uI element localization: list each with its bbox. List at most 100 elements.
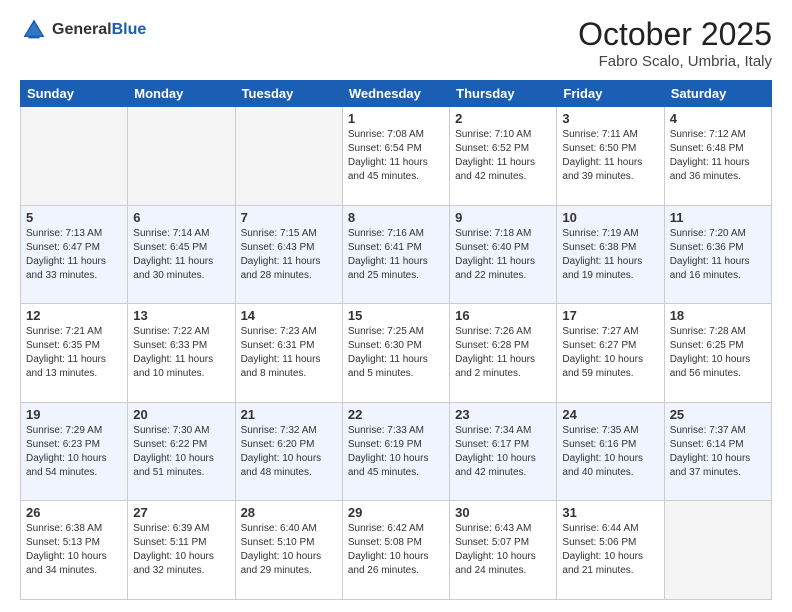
calendar-cell: 27 Sunrise: 6:39 AM Sunset: 5:11 PM Dayli… <box>128 501 235 600</box>
day-number: 24 <box>562 407 658 422</box>
day-info: Sunrise: 7:14 AM Sunset: 6:45 PM Dayligh… <box>133 227 229 283</box>
day-number: 14 <box>241 308 337 323</box>
day-info: Sunrise: 7:26 AM Sunset: 6:28 PM Dayligh… <box>455 325 551 381</box>
day-number: 17 <box>562 308 658 323</box>
logo-general: General <box>52 21 112 38</box>
day-number: 15 <box>348 308 444 323</box>
day-info: Sunrise: 7:30 AM Sunset: 6:22 PM Dayligh… <box>133 424 229 480</box>
calendar-cell: 6 Sunrise: 7:14 AM Sunset: 6:45 PM Daylig… <box>128 205 235 304</box>
calendar-table: SundayMondayTuesdayWednesdayThursdayFrid… <box>20 80 772 600</box>
calendar-cell <box>128 107 235 206</box>
day-info: Sunrise: 7:21 AM Sunset: 6:35 PM Dayligh… <box>26 325 122 381</box>
calendar-cell <box>21 107 128 206</box>
logo-text: GeneralBlue <box>52 21 146 39</box>
month-title: October 2025 <box>578 16 772 53</box>
day-info: Sunrise: 7:12 AM Sunset: 6:48 PM Dayligh… <box>670 128 766 184</box>
weekday-header-monday: Monday <box>128 81 235 107</box>
day-number: 1 <box>348 111 444 126</box>
calendar-cell: 23 Sunrise: 7:34 AM Sunset: 6:17 PM Dayli… <box>450 402 557 501</box>
week-row-4: 19 Sunrise: 7:29 AM Sunset: 6:23 PM Dayli… <box>21 402 772 501</box>
day-number: 6 <box>133 210 229 225</box>
day-number: 16 <box>455 308 551 323</box>
calendar-cell: 3 Sunrise: 7:11 AM Sunset: 6:50 PM Daylig… <box>557 107 664 206</box>
day-number: 25 <box>670 407 766 422</box>
calendar-cell: 10Sunrise: 7:19 AM Sunset: 6:38 PM Dayli… <box>557 205 664 304</box>
day-info: Sunrise: 7:22 AM Sunset: 6:33 PM Dayligh… <box>133 325 229 381</box>
calendar-cell: 16 Sunrise: 7:26 AM Sunset: 6:28 PM Dayli… <box>450 304 557 403</box>
day-info: Sunrise: 7:33 AM Sunset: 6:19 PM Dayligh… <box>348 424 444 480</box>
calendar-cell: 7Sunrise: 7:15 AM Sunset: 6:43 PM Daylig… <box>235 205 342 304</box>
calendar-cell: 1Sunrise: 7:08 AM Sunset: 6:54 PM Daylig… <box>342 107 449 206</box>
calendar-cell: 9 Sunrise: 7:18 AM Sunset: 6:40 PM Daylig… <box>450 205 557 304</box>
day-number: 13 <box>133 308 229 323</box>
header: GeneralBlue October 2025 Fabro Scalo, Um… <box>20 16 772 70</box>
weekday-header-thursday: Thursday <box>450 81 557 107</box>
day-number: 30 <box>455 505 551 520</box>
calendar-cell <box>664 501 771 600</box>
day-number: 23 <box>455 407 551 422</box>
day-number: 5 <box>26 210 122 225</box>
day-info: Sunrise: 7:11 AM Sunset: 6:50 PM Dayligh… <box>562 128 658 184</box>
day-number: 8 <box>348 210 444 225</box>
calendar-cell: 11Sunrise: 7:20 AM Sunset: 6:36 PM Dayli… <box>664 205 771 304</box>
calendar-cell: 31 Sunrise: 6:44 AM Sunset: 5:06 PM Dayli… <box>557 501 664 600</box>
title-block: October 2025 Fabro Scalo, Umbria, Italy <box>578 16 772 70</box>
logo-blue: Blue <box>112 21 147 38</box>
day-info: Sunrise: 7:34 AM Sunset: 6:17 PM Dayligh… <box>455 424 551 480</box>
calendar-cell: 26Sunrise: 6:38 AM Sunset: 5:13 PM Dayli… <box>21 501 128 600</box>
calendar-cell: 21 Sunrise: 7:32 AM Sunset: 6:20 PM Dayli… <box>235 402 342 501</box>
calendar-cell: 17Sunrise: 7:27 AM Sunset: 6:27 PM Dayli… <box>557 304 664 403</box>
day-number: 3 <box>562 111 658 126</box>
day-info: Sunrise: 7:10 AM Sunset: 6:52 PM Dayligh… <box>455 128 551 184</box>
week-row-5: 26Sunrise: 6:38 AM Sunset: 5:13 PM Dayli… <box>21 501 772 600</box>
calendar-cell: 24 Sunrise: 7:35 AM Sunset: 6:16 PM Dayli… <box>557 402 664 501</box>
day-info: Sunrise: 6:38 AM Sunset: 5:13 PM Dayligh… <box>26 522 122 578</box>
calendar-cell: 22 Sunrise: 7:33 AM Sunset: 6:19 PM Dayli… <box>342 402 449 501</box>
day-info: Sunrise: 7:25 AM Sunset: 6:30 PM Dayligh… <box>348 325 444 381</box>
calendar-cell: 4Sunrise: 7:12 AM Sunset: 6:48 PM Daylig… <box>664 107 771 206</box>
day-info: Sunrise: 7:23 AM Sunset: 6:31 PM Dayligh… <box>241 325 337 381</box>
calendar-cell: 19 Sunrise: 7:29 AM Sunset: 6:23 PM Dayli… <box>21 402 128 501</box>
day-number: 2 <box>455 111 551 126</box>
calendar-cell: 15 Sunrise: 7:25 AM Sunset: 6:30 PM Dayli… <box>342 304 449 403</box>
day-info: Sunrise: 7:32 AM Sunset: 6:20 PM Dayligh… <box>241 424 337 480</box>
day-number: 22 <box>348 407 444 422</box>
day-number: 27 <box>133 505 229 520</box>
weekday-header-tuesday: Tuesday <box>235 81 342 107</box>
day-number: 31 <box>562 505 658 520</box>
calendar-cell: 14 Sunrise: 7:23 AM Sunset: 6:31 PM Dayli… <box>235 304 342 403</box>
day-info: Sunrise: 6:39 AM Sunset: 5:11 PM Dayligh… <box>133 522 229 578</box>
day-number: 7 <box>241 210 337 225</box>
calendar-cell: 18Sunrise: 7:28 AM Sunset: 6:25 PM Dayli… <box>664 304 771 403</box>
calendar-cell: 28Sunrise: 6:40 AM Sunset: 5:10 PM Dayli… <box>235 501 342 600</box>
calendar-cell: 2 Sunrise: 7:10 AM Sunset: 6:52 PM Daylig… <box>450 107 557 206</box>
weekday-header-wednesday: Wednesday <box>342 81 449 107</box>
day-number: 20 <box>133 407 229 422</box>
week-row-3: 12 Sunrise: 7:21 AM Sunset: 6:35 PM Dayli… <box>21 304 772 403</box>
location: Fabro Scalo, Umbria, Italy <box>578 53 772 70</box>
day-number: 9 <box>455 210 551 225</box>
day-number: 28 <box>241 505 337 520</box>
day-number: 21 <box>241 407 337 422</box>
day-info: Sunrise: 7:28 AM Sunset: 6:25 PM Dayligh… <box>670 325 766 381</box>
weekday-header-row: SundayMondayTuesdayWednesdayThursdayFrid… <box>21 81 772 107</box>
logo-icon <box>20 16 48 44</box>
day-info: Sunrise: 7:29 AM Sunset: 6:23 PM Dayligh… <box>26 424 122 480</box>
day-number: 10 <box>562 210 658 225</box>
weekday-header-saturday: Saturday <box>664 81 771 107</box>
calendar-cell: 29Sunrise: 6:42 AM Sunset: 5:08 PM Dayli… <box>342 501 449 600</box>
day-info: Sunrise: 6:44 AM Sunset: 5:06 PM Dayligh… <box>562 522 658 578</box>
calendar-cell: 30 Sunrise: 6:43 AM Sunset: 5:07 PM Dayli… <box>450 501 557 600</box>
calendar-cell: 5Sunrise: 7:13 AM Sunset: 6:47 PM Daylig… <box>21 205 128 304</box>
day-info: Sunrise: 7:18 AM Sunset: 6:40 PM Dayligh… <box>455 227 551 283</box>
calendar-cell <box>235 107 342 206</box>
week-row-1: 1Sunrise: 7:08 AM Sunset: 6:54 PM Daylig… <box>21 107 772 206</box>
day-info: Sunrise: 6:43 AM Sunset: 5:07 PM Dayligh… <box>455 522 551 578</box>
day-info: Sunrise: 7:16 AM Sunset: 6:41 PM Dayligh… <box>348 227 444 283</box>
day-info: Sunrise: 7:35 AM Sunset: 6:16 PM Dayligh… <box>562 424 658 480</box>
day-number: 12 <box>26 308 122 323</box>
day-info: Sunrise: 7:20 AM Sunset: 6:36 PM Dayligh… <box>670 227 766 283</box>
day-number: 19 <box>26 407 122 422</box>
calendar-cell: 12 Sunrise: 7:21 AM Sunset: 6:35 PM Dayli… <box>21 304 128 403</box>
day-info: Sunrise: 7:37 AM Sunset: 6:14 PM Dayligh… <box>670 424 766 480</box>
